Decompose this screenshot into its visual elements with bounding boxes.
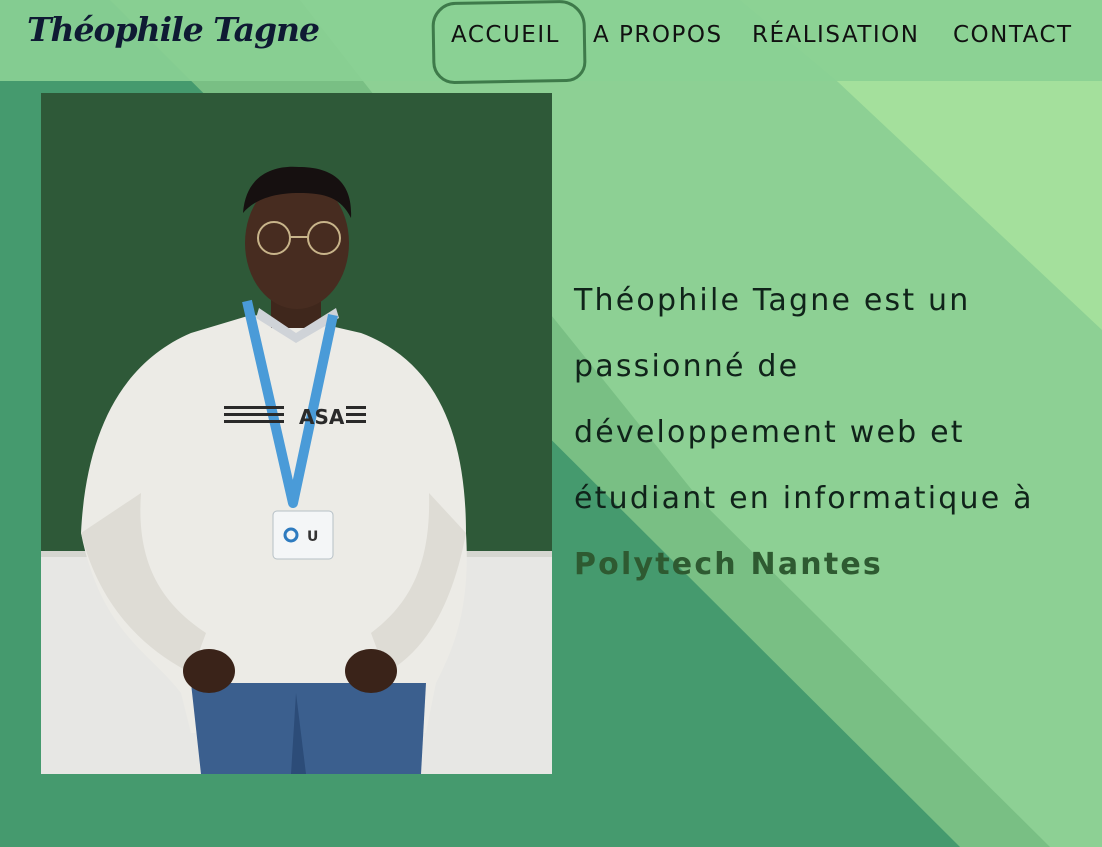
site-logo[interactable]: Théophile Tagne bbox=[27, 10, 320, 49]
nav-item-contact[interactable]: CONTACT bbox=[953, 22, 1073, 48]
profile-photo: U ASA bbox=[41, 93, 552, 774]
bio-description: Théophile Tagne est un passionné de déve… bbox=[574, 283, 1034, 516]
svg-text:ASA: ASA bbox=[299, 405, 345, 429]
svg-text:U: U bbox=[307, 529, 318, 545]
site-header: Théophile Tagne ACCUEIL A PROPOS RÉALISA… bbox=[0, 0, 1102, 85]
bio-text: Théophile Tagne est un passionné de déve… bbox=[574, 268, 1044, 598]
school-highlight: Polytech Nantes bbox=[574, 547, 883, 582]
nav-item-accueil[interactable]: ACCUEIL bbox=[451, 22, 560, 48]
nav-item-realisation[interactable]: RÉALISATION bbox=[752, 22, 919, 48]
nav-item-a-propos[interactable]: A PROPOS bbox=[593, 22, 723, 48]
